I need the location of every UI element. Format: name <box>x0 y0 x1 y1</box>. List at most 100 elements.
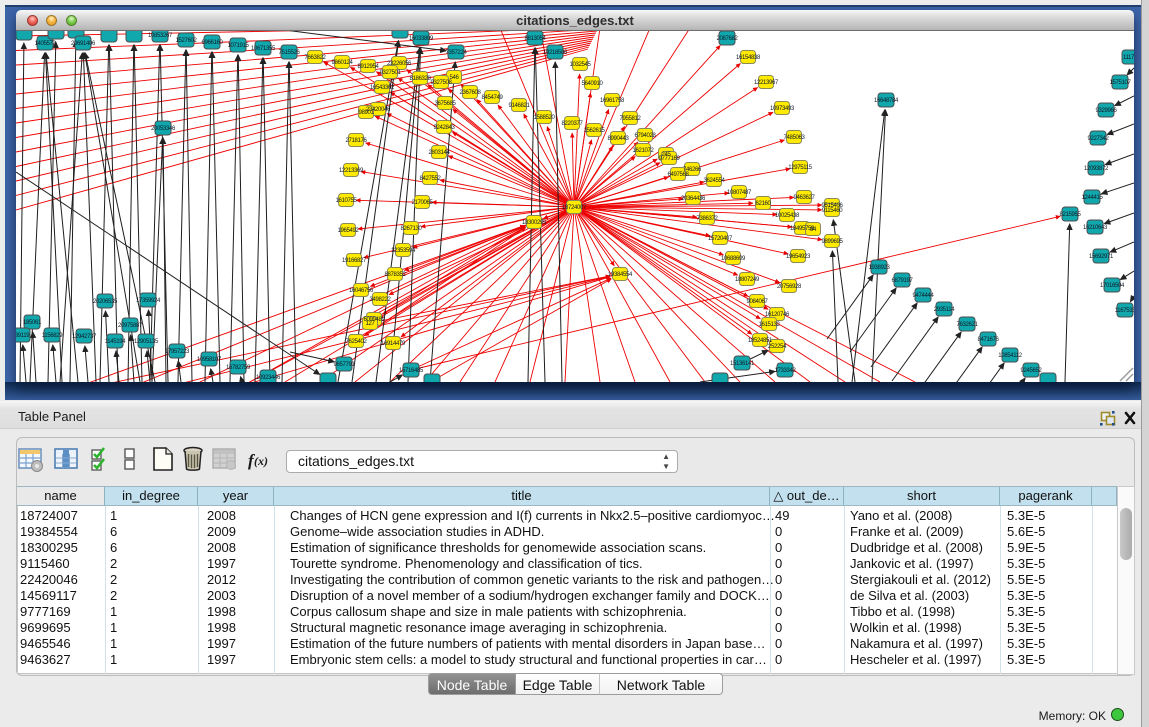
svg-text:16046756: 16046756 <box>349 288 374 294</box>
svg-text:3675685: 3675685 <box>435 101 457 107</box>
svg-text:8813054: 8813054 <box>525 36 547 42</box>
svg-text:1575107: 1575107 <box>1110 80 1132 86</box>
svg-text:15136141: 15136141 <box>730 361 755 367</box>
svg-text:15720407: 15720407 <box>708 236 733 242</box>
svg-text:9329966: 9329966 <box>1096 108 1118 114</box>
svg-text:2170065: 2170065 <box>412 200 434 206</box>
svg-text:8990443: 8990443 <box>608 136 630 142</box>
svg-text:1938923: 1938923 <box>869 265 891 271</box>
svg-text:11174: 11174 <box>1123 55 1134 61</box>
svg-text:16120746: 16120746 <box>765 312 790 318</box>
svg-text:19384554: 19384554 <box>608 272 633 278</box>
svg-text:20975887: 20975887 <box>118 323 143 329</box>
svg-text:98901: 98901 <box>359 110 375 116</box>
svg-text:8186328: 8186328 <box>410 76 432 82</box>
svg-text:20691406: 20691406 <box>71 41 96 47</box>
svg-text:1405572: 1405572 <box>35 41 57 47</box>
svg-text:1615132: 1615132 <box>759 322 781 328</box>
svg-text:2718176: 2718176 <box>346 138 368 144</box>
svg-text:9327501: 9327501 <box>380 70 402 76</box>
svg-text:19654923: 19654923 <box>786 254 811 260</box>
svg-text:7485063: 7485063 <box>784 135 806 141</box>
svg-text:9115460: 9115460 <box>822 208 843 214</box>
svg-text:39119: 39119 <box>16 333 30 339</box>
svg-text:252254: 252254 <box>768 344 787 350</box>
svg-text:16154838: 16154838 <box>736 55 761 61</box>
svg-text:6879197: 6879197 <box>892 278 914 284</box>
svg-text:7632621: 7632621 <box>957 322 979 328</box>
svg-text:20206535: 20206535 <box>93 299 118 305</box>
svg-text:18724007: 18724007 <box>562 205 587 211</box>
svg-text:9245652: 9245652 <box>1021 368 1043 374</box>
svg-text:16782759: 16782759 <box>226 365 251 371</box>
svg-text:1733342: 1733342 <box>775 368 797 374</box>
svg-text:12353594: 12353594 <box>391 248 416 254</box>
svg-text:9657791: 9657791 <box>334 362 356 368</box>
svg-text:7663822: 7663822 <box>305 55 327 61</box>
svg-text:(x): (x) <box>254 454 268 468</box>
svg-text:185061: 185061 <box>23 320 42 326</box>
svg-text:1588520: 1588520 <box>534 115 556 121</box>
svg-text:8878352: 8878352 <box>385 272 407 278</box>
svg-text:10688609: 10688609 <box>721 256 746 262</box>
svg-text:2935114: 2935114 <box>934 307 955 313</box>
svg-text:7625402: 7625402 <box>346 339 368 345</box>
svg-text:20364436: 20364436 <box>681 196 706 202</box>
svg-text:8471676: 8471676 <box>978 337 1000 343</box>
svg-text:19218506: 19218506 <box>543 50 568 56</box>
svg-text:17957223: 17957223 <box>165 349 190 355</box>
svg-text:1167533: 1167533 <box>1115 308 1134 314</box>
svg-text:2803144: 2803144 <box>429 150 451 156</box>
svg-text:7357224: 7357224 <box>446 50 468 56</box>
svg-text:16210643: 16210643 <box>1083 225 1108 231</box>
svg-text:20756928: 20756928 <box>777 284 802 290</box>
svg-text:12942737: 12942737 <box>72 334 97 340</box>
svg-text:10854112: 10854112 <box>998 353 1022 359</box>
svg-text:10923446: 10923446 <box>256 375 281 381</box>
svg-text:1071915: 1071915 <box>228 43 250 49</box>
svg-text:23226056: 23226056 <box>387 61 412 67</box>
svg-text:16033809: 16033809 <box>409 36 434 42</box>
svg-text:18807249: 18807249 <box>735 277 760 283</box>
svg-text:17359924: 17359924 <box>136 298 161 304</box>
svg-text:20053346: 20053346 <box>151 126 176 132</box>
svg-text:8267130: 8267130 <box>401 226 423 232</box>
svg-text:1145194: 1145194 <box>105 339 126 345</box>
svg-text:9474444: 9474444 <box>913 293 935 299</box>
svg-text:3624554: 3624554 <box>704 178 726 184</box>
svg-text:17016504: 17016504 <box>1100 283 1125 289</box>
svg-text:1562615: 1562615 <box>584 128 606 134</box>
svg-text:9227342: 9227342 <box>1088 136 1110 142</box>
svg-text:1610755: 1610755 <box>336 198 358 204</box>
svg-text:16961758: 16961758 <box>600 98 625 104</box>
svg-text:8220377: 8220377 <box>562 121 584 127</box>
svg-text:7386372: 7386372 <box>697 216 719 222</box>
svg-text:10671355: 10671355 <box>251 46 276 52</box>
svg-text:1527602: 1527602 <box>176 38 198 44</box>
svg-text:16543362: 16543362 <box>370 85 395 91</box>
svg-text:12093872: 12093872 <box>1084 166 1109 172</box>
svg-text:1032545: 1032545 <box>570 62 592 68</box>
svg-text:5640910: 5640910 <box>582 81 604 87</box>
svg-text:10958107: 10958107 <box>197 357 222 363</box>
svg-text:62160: 62160 <box>756 201 772 207</box>
svg-text:10025438: 10025438 <box>775 213 800 219</box>
svg-text:9084067: 9084067 <box>747 299 769 305</box>
svg-text:6794028: 6794028 <box>635 133 657 139</box>
svg-text:1965492: 1965492 <box>338 228 360 234</box>
svg-text:3498222: 3498222 <box>370 297 392 303</box>
svg-text:2367608: 2367608 <box>460 90 482 96</box>
svg-text:9860124: 9860124 <box>332 60 354 66</box>
svg-text:2087682: 2087682 <box>717 36 739 42</box>
svg-text:8454749: 8454749 <box>482 95 504 101</box>
svg-text:8427552: 8427552 <box>420 176 442 182</box>
svg-text:9463627: 9463627 <box>794 195 816 201</box>
svg-text:16648784: 16648784 <box>874 98 899 104</box>
svg-text:1621072: 1621072 <box>633 148 655 154</box>
svg-text:7515526: 7515526 <box>279 50 301 56</box>
svg-text:8912954: 8912954 <box>358 64 380 70</box>
svg-text:127: 127 <box>366 321 376 327</box>
svg-text:18300295: 18300295 <box>522 220 547 226</box>
svg-text:15716485: 15716485 <box>399 368 424 374</box>
svg-text:10807487: 10807487 <box>727 190 752 196</box>
